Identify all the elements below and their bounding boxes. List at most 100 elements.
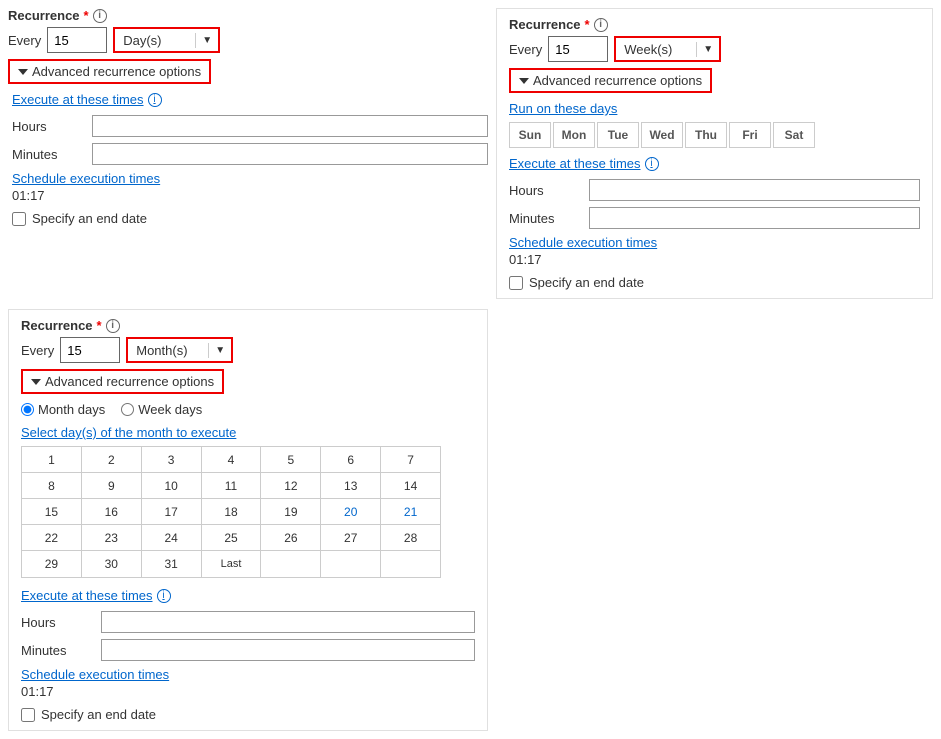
- cal-22[interactable]: 22: [22, 525, 82, 551]
- month-recurrence-header: Recurrence * i: [21, 318, 475, 333]
- cal-31[interactable]: 31: [142, 551, 202, 577]
- week-advanced-section[interactable]: Advanced recurrence options: [509, 68, 712, 93]
- cal-17[interactable]: 17: [142, 499, 202, 525]
- month-days-radio-label[interactable]: Month days: [21, 402, 105, 417]
- month-radio-row: Month days Week days: [21, 402, 475, 417]
- week-day-tue[interactable]: Tue: [597, 122, 639, 148]
- cal-11[interactable]: 11: [202, 473, 262, 499]
- cal-21[interactable]: 21: [381, 499, 440, 525]
- day-unit-arrow[interactable]: ▼: [195, 33, 218, 48]
- month-schedule-link[interactable]: Schedule execution times: [21, 667, 475, 682]
- week-hours-input[interactable]: [589, 179, 920, 201]
- month-unit-display: Month(s): [128, 341, 208, 360]
- day-hours-row: Hours: [12, 115, 488, 137]
- cal-5[interactable]: 5: [261, 447, 321, 473]
- month-hours-input[interactable]: [101, 611, 475, 633]
- cal-16[interactable]: 16: [82, 499, 142, 525]
- day-hours-input[interactable]: [92, 115, 488, 137]
- cal-last[interactable]: Last: [202, 551, 262, 577]
- week-every-label: Every: [509, 42, 542, 57]
- cal-13[interactable]: 13: [321, 473, 381, 499]
- week-day-sun[interactable]: Sun: [509, 122, 551, 148]
- cal-24[interactable]: 24: [142, 525, 202, 551]
- month-days-radio[interactable]: [21, 403, 34, 416]
- week-every-input[interactable]: [548, 36, 608, 62]
- month-every-label: Every: [21, 343, 54, 358]
- week-run-on-link[interactable]: Run on these days: [509, 101, 920, 116]
- week-day-thu[interactable]: Thu: [685, 122, 727, 148]
- cal-9[interactable]: 9: [82, 473, 142, 499]
- cal-20[interactable]: 20: [321, 499, 381, 525]
- week-every-row: Every Week(s) ▼: [509, 36, 920, 62]
- week-hours-row: Hours: [509, 179, 920, 201]
- day-minutes-label: Minutes: [12, 147, 92, 162]
- cal-6[interactable]: 6: [321, 447, 381, 473]
- week-minutes-input[interactable]: [589, 207, 920, 229]
- cal-1[interactable]: 1: [22, 447, 82, 473]
- month-advanced-triangle: [31, 379, 41, 385]
- cal-26[interactable]: 26: [261, 525, 321, 551]
- week-day-fri[interactable]: Fri: [729, 122, 771, 148]
- week-minutes-row: Minutes: [509, 207, 920, 229]
- cal-18[interactable]: 18: [202, 499, 262, 525]
- day-end-date-label: Specify an end date: [32, 211, 147, 226]
- calendar-row-1: 1 2 3 4 5 6 7: [22, 447, 440, 473]
- day-panel: Recurrence * i Every Day(s) ▼ Advanced r…: [8, 8, 488, 299]
- cal-8[interactable]: 8: [22, 473, 82, 499]
- week-day-wed[interactable]: Wed: [641, 122, 683, 148]
- cal-30[interactable]: 30: [82, 551, 142, 577]
- month-advanced-section[interactable]: Advanced recurrence options: [21, 369, 224, 394]
- week-unit-arrow[interactable]: ▼: [696, 42, 719, 57]
- day-advanced-label: Advanced recurrence options: [32, 64, 201, 79]
- cal-29[interactable]: 29: [22, 551, 82, 577]
- month-unit-arrow[interactable]: ▼: [208, 343, 231, 358]
- day-recurrence-label: Recurrence: [8, 8, 80, 23]
- week-schedule-time: 01:17: [509, 252, 920, 267]
- week-schedule-link[interactable]: Schedule execution times: [509, 235, 920, 250]
- day-execute-label: Execute at these times: [12, 92, 144, 107]
- cal-25[interactable]: 25: [202, 525, 262, 551]
- day-required-star: *: [84, 8, 89, 23]
- cal-14[interactable]: 14: [381, 473, 440, 499]
- cal-7[interactable]: 7: [381, 447, 440, 473]
- week-execute-link[interactable]: Execute at these times i: [509, 156, 920, 171]
- cal-12[interactable]: 12: [261, 473, 321, 499]
- day-every-input[interactable]: [47, 27, 107, 53]
- day-end-date-checkbox[interactable]: [12, 212, 26, 226]
- month-minutes-input[interactable]: [101, 639, 475, 661]
- week-end-date-label: Specify an end date: [529, 275, 644, 290]
- month-hours-label: Hours: [21, 615, 101, 630]
- week-days-radio[interactable]: [121, 403, 134, 416]
- week-unit-display: Week(s): [616, 40, 696, 59]
- day-minutes-input[interactable]: [92, 143, 488, 165]
- cal-10[interactable]: 10: [142, 473, 202, 499]
- cal-28[interactable]: 28: [381, 525, 440, 551]
- cal-3[interactable]: 3: [142, 447, 202, 473]
- cal-15[interactable]: 15: [22, 499, 82, 525]
- day-advanced-section[interactable]: Advanced recurrence options: [8, 59, 211, 84]
- week-execute-info: i: [645, 157, 659, 171]
- calendar-row-5: 29 30 31 Last: [22, 551, 440, 577]
- month-end-date-checkbox[interactable]: [21, 708, 35, 722]
- week-day-mon[interactable]: Mon: [553, 122, 595, 148]
- month-hours-row: Hours: [21, 611, 475, 633]
- day-recurrence-header: Recurrence * i: [8, 8, 488, 23]
- day-end-date-row: Specify an end date: [12, 211, 488, 226]
- month-every-input[interactable]: [60, 337, 120, 363]
- cal-27[interactable]: 27: [321, 525, 381, 551]
- day-schedule-link[interactable]: Schedule execution times: [12, 171, 488, 186]
- select-days-link[interactable]: Select day(s) of the month to execute: [21, 425, 475, 440]
- week-end-date-checkbox[interactable]: [509, 276, 523, 290]
- week-unit-select[interactable]: Week(s) ▼: [614, 36, 721, 62]
- month-minutes-label: Minutes: [21, 643, 101, 658]
- week-days-radio-label[interactable]: Week days: [121, 402, 202, 417]
- month-calendar: 1 2 3 4 5 6 7 8 9 10 11 12 13 14 15 16: [21, 446, 441, 578]
- day-execute-link[interactable]: Execute at these times i: [12, 92, 488, 107]
- cal-2[interactable]: 2: [82, 447, 142, 473]
- cal-4[interactable]: 4: [202, 447, 262, 473]
- week-day-sat[interactable]: Sat: [773, 122, 815, 148]
- cal-23[interactable]: 23: [82, 525, 142, 551]
- day-unit-select[interactable]: Day(s) ▼: [113, 27, 220, 53]
- cal-19[interactable]: 19: [261, 499, 321, 525]
- month-unit-select[interactable]: Month(s) ▼: [126, 337, 233, 363]
